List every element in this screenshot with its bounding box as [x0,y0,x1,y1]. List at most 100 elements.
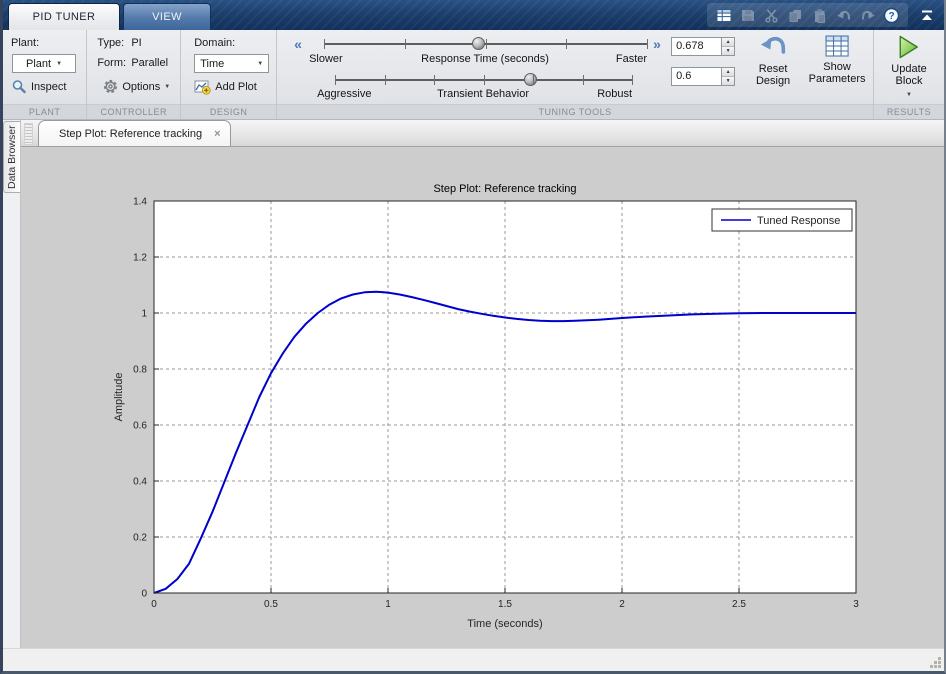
y-tick-label: 1.4 [133,197,147,208]
y-axis-label: Amplitude [113,373,125,422]
spin-down-icon[interactable]: ▼ [722,47,735,55]
legend-entry-label: Tuned Response [757,215,840,227]
dropdown-arrow-icon: ▼ [257,60,264,67]
spin-up-icon[interactable]: ▲ [722,68,735,77]
transient-behavior-slider[interactable] [335,73,634,86]
svg-text:?: ? [888,11,894,22]
step-plot-canvas[interactable]: 0 0.5 1 1.5 2 2.5 3 0 0.2 0.4 0.6 0.8 1 1.2 1.4 Step Pl… [21,147,944,648]
dropdown-arrow-icon: ▼ [56,60,63,67]
transient-spin-buttons[interactable]: ▲ ▼ [721,68,735,85]
reset-design-button[interactable]: Reset Design [756,34,790,87]
slider-tick [404,39,406,49]
transient-behavior-label: Transient Behavior [437,88,530,100]
gear-icon [104,79,118,94]
save-icon[interactable] [739,7,756,24]
response-time-slider[interactable] [324,37,649,50]
tuning-spinners: 0.678 ▲ ▼ 0.6 ▲ ▼ [669,30,745,104]
slower-chevron-icon[interactable]: « [294,37,302,51]
data-browser-tab[interactable]: Data Browser [3,121,20,193]
y-tick-label: 1 [141,309,147,320]
transient-behavior-value[interactable]: 0.6 [672,68,721,85]
y-tick-label: 0.8 [133,365,147,376]
slider-tick [483,75,485,85]
response-time-spinner[interactable]: 0.678 ▲ ▼ [671,37,736,56]
reset-label-line2: Design [755,75,791,87]
reset-label-line1: Reset [758,63,788,75]
faster-chevron-icon[interactable]: » [653,37,661,51]
type-label: Type: [97,37,125,49]
paste-icon[interactable] [811,7,828,24]
show-parameters-wrap: Show Parameters [801,30,873,104]
slider-tick [324,39,326,49]
section-label-design: DESIGN [181,104,277,119]
x-axis-label: Time (seconds) [467,618,542,630]
transient-behavior-spinner[interactable]: 0.6 ▲ ▼ [671,67,736,86]
response-time-spin-buttons[interactable]: ▲ ▼ [721,38,735,55]
type-value: PI [131,37,142,49]
domain-combobox[interactable]: Time ▼ [194,54,270,73]
response-time-value[interactable]: 0.678 [672,38,721,55]
x-tick-label: 3 [853,599,859,610]
undo-icon[interactable] [835,7,852,24]
aggressive-label: Aggressive [317,88,372,100]
section-label-tuning-tools: TUNING TOOLS [277,104,874,119]
slider-tick [335,75,337,85]
copy-icon[interactable] [787,7,804,24]
faster-label: Faster [615,53,648,65]
layout-icon[interactable] [715,7,732,24]
slider-tick [485,39,487,49]
inspect-label: Inspect [31,81,67,93]
data-browser-panel: Data Browser [3,120,21,648]
tuning-sliders: « » Slower Response Time (seconds) Faste… [277,30,669,104]
resize-grip-icon[interactable] [929,656,942,669]
inspect-button[interactable]: Inspect [11,79,66,95]
pid-tuner-window: PID TUNER VIEW ? Plant: Plant ▼ Inspect … [0,0,946,674]
section-label-results: RESULTS [874,104,944,119]
show-parameters-line1: Show [823,61,851,73]
document-tab-step-plot[interactable]: Step Plot: Reference tracking × [38,120,231,146]
magnifier-icon [12,80,26,94]
y-tick-label: 0 [141,589,147,600]
update-block-line1: Update [891,63,927,75]
tab-view[interactable]: VIEW [123,3,211,30]
add-plot-button[interactable]: Add Plot [194,79,257,95]
transient-behavior-slider-handle[interactable] [524,73,538,86]
plant-dropdown-value: Plant [25,57,52,70]
dropdown-arrow-icon: ▼ [906,92,912,98]
x-tick-label: 0.5 [264,599,278,610]
play-icon [899,35,919,59]
redo-icon[interactable] [859,7,876,24]
update-block-line2: Block [895,75,923,87]
show-parameters-line2: Parameters [808,73,866,85]
response-time-slider-handle[interactable] [472,37,486,50]
section-plant: Plant: Plant ▼ Inspect PLANT [3,30,88,119]
robust-label: Robust [597,88,633,100]
reset-design-wrap: Reset Design [745,30,801,104]
slider-tick [434,75,436,85]
spin-up-icon[interactable]: ▲ [722,38,735,47]
cut-icon[interactable] [763,7,780,24]
tab-drag-handle[interactable] [24,123,33,145]
help-icon[interactable]: ? [883,7,900,24]
plant-dropdown[interactable]: Plant ▼ [12,54,76,73]
section-results: Update Block ▼ RESULTS [874,30,944,119]
close-icon[interactable]: × [214,128,220,140]
response-time-label: Response Time (seconds) [421,53,549,65]
spin-down-icon[interactable]: ▼ [722,77,735,85]
slider-tick [582,75,584,85]
section-label-controller: CONTROLLER [87,104,181,119]
tab-pid-tuner[interactable]: PID TUNER [8,3,120,30]
titlebar: PID TUNER VIEW ? [3,0,944,30]
parameters-table-icon [825,35,849,57]
collapse-toolstrip-button[interactable] [918,6,936,24]
add-plot-icon [194,80,211,95]
undo-arrow-icon [761,36,786,54]
show-parameters-button[interactable]: Show Parameters [808,34,866,85]
update-block-button[interactable]: Update Block ▼ [891,34,927,101]
quick-access-toolbar: ? [707,3,908,27]
options-button[interactable]: Options ▼ [103,79,170,94]
y-tick-label: 0.4 [133,477,147,488]
x-tick-label: 2.5 [732,599,746,610]
x-tick-label: 1.5 [498,599,512,610]
x-tick-label: 2 [619,599,625,610]
